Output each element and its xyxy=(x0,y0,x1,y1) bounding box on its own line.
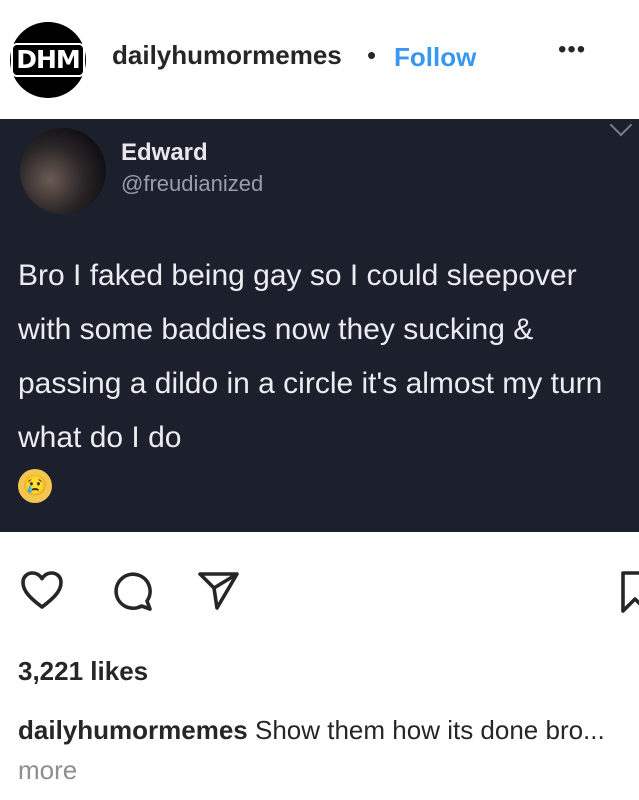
follow-button[interactable]: Follow xyxy=(394,42,476,73)
post-image[interactable]: Edward @freudianized Bro I faked being g… xyxy=(0,119,639,532)
post-caption: dailyhumormemes Show them how its done b… xyxy=(18,710,623,790)
bookmark-icon[interactable] xyxy=(620,570,639,619)
chevron-down-icon xyxy=(609,119,633,137)
post-header: DHM dailyhumormemes • Follow ••• xyxy=(0,0,639,118)
account-username[interactable]: dailyhumormemes xyxy=(112,40,342,71)
comment-icon[interactable] xyxy=(111,570,153,617)
likes-count[interactable]: 3,221 likes xyxy=(18,656,148,687)
share-icon[interactable] xyxy=(196,570,240,617)
tweet-author-avatar xyxy=(20,128,106,214)
header-separator: • xyxy=(367,40,377,70)
more-options-icon[interactable]: ••• xyxy=(558,36,586,64)
avatar-logo-text: DHM xyxy=(11,43,85,77)
crying-face-emoji: 😢 xyxy=(18,469,52,503)
caption-username[interactable]: dailyhumormemes xyxy=(18,715,248,745)
action-bar xyxy=(0,560,639,620)
heart-icon[interactable] xyxy=(20,570,64,615)
tweet-author-name: Edward xyxy=(121,139,208,166)
tweet-author-handle: @freudianized xyxy=(121,171,264,196)
more-link[interactable]: more xyxy=(18,755,77,785)
account-avatar[interactable]: DHM xyxy=(10,22,86,98)
caption-text: Show them how its done bro... xyxy=(254,715,605,745)
tweet-text: Bro I faked being gay so I could sleepov… xyxy=(18,259,603,454)
